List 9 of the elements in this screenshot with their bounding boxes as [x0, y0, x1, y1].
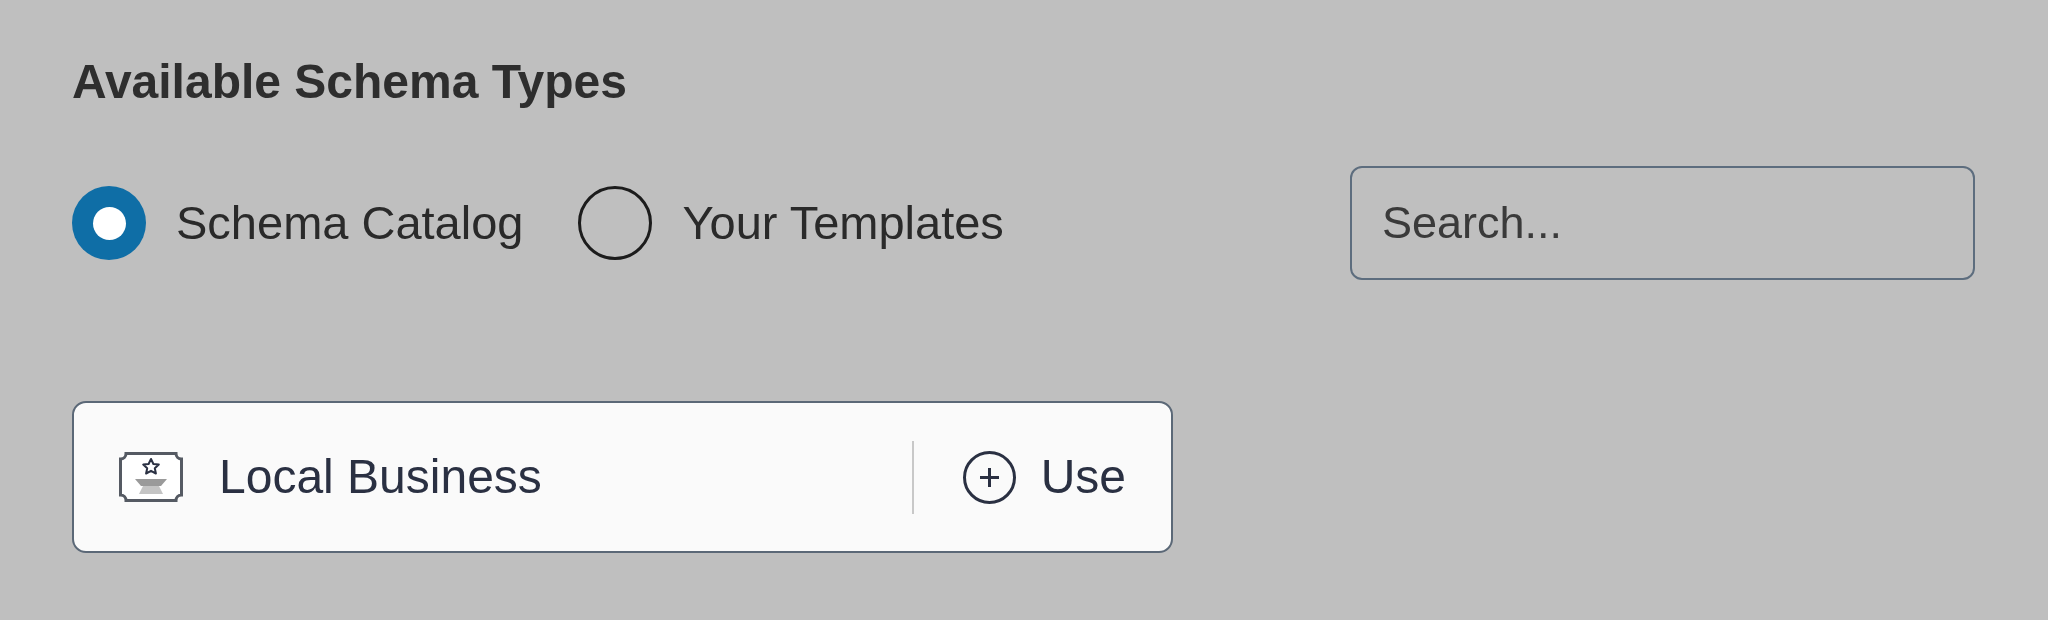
radio-label[interactable]: Schema Catalog [176, 195, 524, 251]
schema-name: Local Business [219, 449, 543, 505]
radio-label[interactable]: Your Templates [682, 195, 1004, 251]
section-title: Available Schema Types [72, 54, 627, 110]
search-field[interactable]: Search... [1350, 166, 1975, 280]
use-button[interactable]: Use [962, 449, 1126, 505]
radio-button[interactable] [578, 186, 653, 260]
star-frame-icon [119, 452, 183, 502]
plus-circle-icon [962, 450, 1016, 504]
